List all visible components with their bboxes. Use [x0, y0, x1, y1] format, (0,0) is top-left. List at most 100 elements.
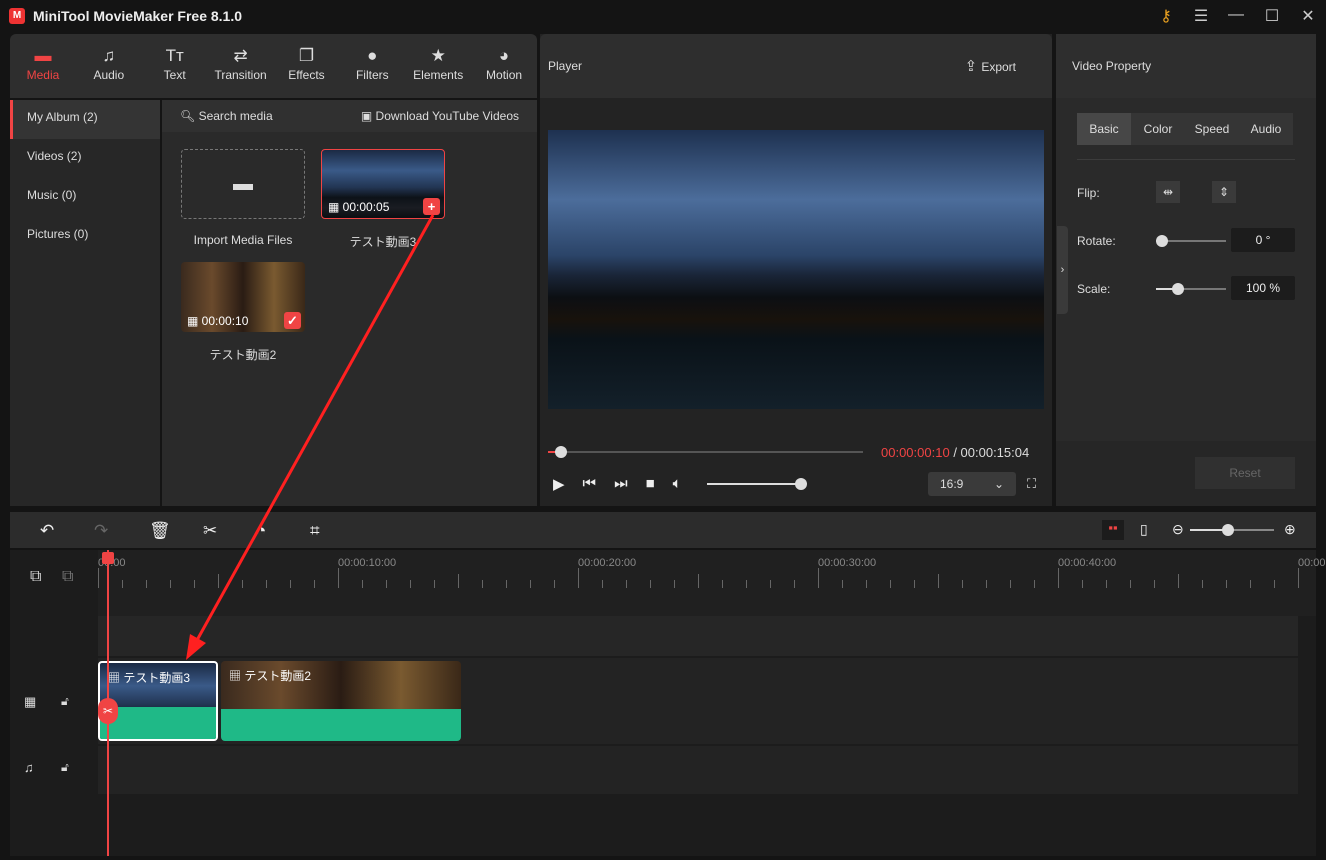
media-item[interactable]: ▦ 00:00:05 + テスト動画3	[321, 149, 445, 250]
timeline-zoom-slider[interactable]	[1190, 524, 1274, 536]
lock-icon[interactable]: 🔓︎	[61, 694, 69, 709]
menu-icon[interactable]: ☰	[1189, 6, 1213, 26]
duration: 00:00:05	[342, 200, 390, 214]
zoom-in-icon[interactable]: ⊕	[1284, 521, 1296, 538]
rotate-slider[interactable]	[1156, 235, 1226, 247]
download-youtube-button[interactable]: ▣ Download YouTube Videos	[361, 109, 519, 123]
play-button[interactable]: ▶	[553, 475, 565, 493]
duration: 00:00:10	[201, 314, 249, 328]
seek-bar[interactable]	[548, 446, 863, 458]
sidebar-item-music[interactable]: Music (0)	[10, 178, 160, 217]
redo-icon[interactable]: ↷	[94, 521, 108, 541]
ruler-tick	[962, 580, 963, 588]
timeline-clip[interactable]: ▦ テスト動画2	[221, 661, 461, 741]
scale-input[interactable]: 100 %	[1231, 276, 1295, 300]
ruler-tick	[218, 574, 219, 588]
film-icon: ▦	[328, 200, 343, 214]
minimize-button[interactable]: —	[1224, 6, 1248, 24]
tab-speed[interactable]: Speed	[1185, 113, 1239, 145]
flip-label: Flip:	[1077, 186, 1100, 200]
volume-slider[interactable]	[707, 478, 807, 490]
remove-track-icon[interactable]: ⧉	[62, 568, 73, 586]
elements-icon: ★	[430, 46, 446, 65]
tab-color[interactable]: Color	[1131, 113, 1185, 145]
timeline: ⧉ ⧉ 00:0000:00:10:0000:00:20:0000:00:30:…	[10, 550, 1326, 856]
search-label: Search media	[198, 109, 273, 123]
add-to-timeline-button[interactable]: +	[423, 198, 440, 215]
split-icon[interactable]: ✂	[203, 521, 217, 541]
export-button[interactable]: ⇪ Export	[965, 57, 1016, 75]
close-button[interactable]: ✕	[1296, 6, 1320, 26]
reset-button[interactable]: Reset	[1195, 457, 1295, 489]
aspect-ratio-select[interactable]: 16:9 ⌄	[928, 472, 1016, 496]
ruler-tick	[554, 580, 555, 588]
sidebar-item-pictures[interactable]: Pictures (0)	[10, 217, 160, 256]
lock-icon[interactable]: 🔓︎	[61, 760, 69, 775]
volume-icon[interactable]: 🔈︎	[673, 475, 682, 493]
volume-handle[interactable]	[795, 478, 807, 490]
seek-handle[interactable]	[555, 446, 567, 458]
add-track-icon[interactable]: ⧉	[30, 568, 41, 586]
ruler-tick	[362, 580, 363, 588]
collapse-panel-handle[interactable]: ›	[1057, 226, 1068, 314]
media-item[interactable]: ▦ 00:00:10 ✓ テスト動画2	[181, 262, 305, 363]
ruler-tick	[434, 580, 435, 588]
ruler-tick	[842, 580, 843, 588]
tab-effects[interactable]: ❐ Effects	[274, 34, 340, 98]
ruler-tick	[338, 568, 339, 588]
tab-transition[interactable]: ⇄ Transition	[208, 34, 274, 98]
tab-elements[interactable]: ★ Elements	[405, 34, 471, 98]
video-track: ▦ テスト動画3 ▦ テスト動画2	[98, 658, 1298, 744]
ruler-tick	[1250, 580, 1251, 588]
undo-icon[interactable]: ↶	[40, 521, 54, 541]
previous-frame-button[interactable]: ⏮	[583, 475, 597, 493]
scale-slider[interactable]	[1156, 283, 1226, 295]
ruler-tick	[530, 580, 531, 588]
flip-vertical-icon[interactable]: ⇕	[1212, 181, 1236, 203]
tab-audio[interactable]: Audio	[1239, 113, 1293, 145]
fit-timeline-icon[interactable]: ▯	[1140, 521, 1148, 538]
ruler-tick	[1298, 568, 1299, 588]
ruler-tick	[1106, 580, 1107, 588]
ruler-tick	[674, 580, 675, 588]
key-icon[interactable]: ⚷	[1154, 6, 1178, 26]
ruler-tick	[1274, 580, 1275, 588]
motion-icon: ◕	[498, 46, 510, 65]
zoom-out-icon[interactable]: ⊖	[1172, 521, 1184, 538]
tab-basic[interactable]: Basic	[1077, 113, 1131, 145]
ruler-label: 00:00:40:00	[1058, 557, 1117, 569]
sidebar-item-my-album[interactable]: My Album (2)	[10, 100, 160, 139]
scale-handle[interactable]	[1172, 283, 1184, 295]
crop-icon[interactable]: ⌗	[310, 521, 320, 541]
tab-label: Elements	[413, 68, 464, 82]
next-frame-button[interactable]: ⏭	[614, 475, 628, 493]
flip-horizontal-icon[interactable]: ⇹	[1156, 181, 1180, 203]
delete-icon[interactable]: 🗑︎	[149, 521, 171, 541]
maximize-button[interactable]: ☐	[1260, 6, 1284, 26]
rotate-handle[interactable]	[1156, 235, 1168, 247]
zoom-handle[interactable]	[1222, 524, 1234, 536]
ruler-label: 00:00:20:00	[578, 557, 637, 569]
album-sidebar: My Album (2) Videos (2) Music (0) Pictur…	[10, 100, 160, 506]
search-media[interactable]: 🔍︎ Search media	[180, 109, 273, 123]
tab-filters[interactable]: ● Filters	[339, 34, 405, 98]
fullscreen-icon[interactable]: ⛶	[1027, 476, 1036, 492]
stop-button[interactable]: ■	[646, 475, 655, 493]
sidebar-item-videos[interactable]: Videos (2)	[10, 139, 160, 178]
tab-motion[interactable]: ◕ Motion	[471, 34, 537, 98]
split-scissors-icon[interactable]: ✂	[98, 698, 118, 724]
tab-audio[interactable]: ♫ Audio	[76, 34, 142, 98]
snap-icon[interactable]: ▪▪	[1102, 520, 1124, 540]
media-thumbnail: ▦ 00:00:05 +	[321, 149, 445, 219]
time-ruler[interactable]: 00:0000:00:10:0000:00:20:0000:00:30:0000…	[98, 550, 1326, 616]
speed-icon[interactable]: ◔	[256, 521, 266, 541]
ruler-label: 00:00:30:00	[818, 557, 877, 569]
tab-label: Filters	[355, 68, 389, 82]
tab-media[interactable]: ▬ Media	[10, 34, 76, 98]
ruler-tick	[194, 580, 195, 588]
playhead-handle[interactable]	[102, 552, 114, 564]
ruler-tick	[1058, 568, 1059, 588]
import-media-files[interactable]: ▬ Import Media Files	[181, 149, 305, 247]
rotate-input[interactable]: 0 °	[1231, 228, 1295, 252]
tab-text[interactable]: Tт Text	[142, 34, 208, 98]
